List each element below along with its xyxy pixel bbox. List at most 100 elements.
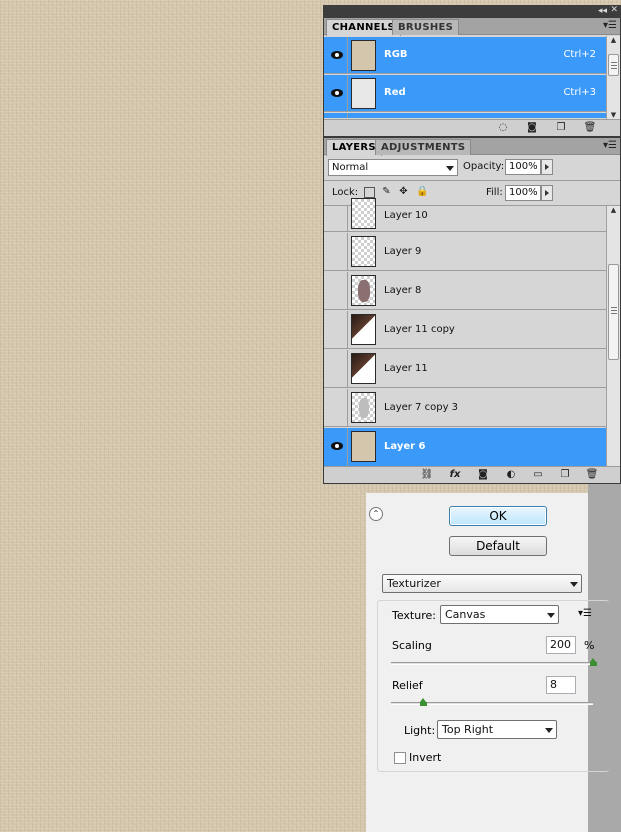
relief-label: Relief — [392, 679, 423, 692]
scroll-up-icon[interactable]: ▲ — [607, 206, 620, 214]
load-selection-icon[interactable]: ◌ — [496, 122, 510, 134]
light-select-value: Top Right — [442, 723, 494, 736]
scaling-slider[interactable] — [391, 662, 593, 665]
fill-input[interactable]: 100% — [505, 185, 541, 201]
tab-adjustments[interactable]: ADJUSTMENTS — [375, 139, 472, 155]
channel-name: RGB — [384, 49, 408, 60]
layer-name[interactable]: Layer 11 — [384, 363, 428, 374]
eye-icon[interactable] — [331, 51, 343, 59]
scaling-input[interactable]: 200 — [546, 636, 576, 654]
visibility-toggle[interactable] — [324, 389, 348, 426]
panel-menu-icon[interactable]: ▾☰ — [603, 140, 617, 152]
eye-cell[interactable] — [324, 37, 348, 73]
light-select[interactable]: Top Right — [437, 720, 557, 739]
layer-row[interactable]: Layer 10 — [324, 198, 606, 232]
invert-label: Invert — [409, 751, 442, 764]
tab-channels[interactable]: CHANNELS — [326, 19, 401, 36]
channel-row-partial[interactable] — [324, 113, 606, 118]
panel-menu-icon[interactable]: ▾☰ — [603, 20, 617, 32]
visibility-toggle[interactable] — [324, 272, 348, 309]
channels-scrollbar[interactable]: ▲ ▼ — [606, 36, 620, 119]
relief-input[interactable]: 8 — [546, 676, 576, 694]
scroll-up-icon[interactable]: ▲ — [607, 36, 620, 44]
trash-icon[interactable]: 🗑 — [585, 469, 599, 481]
channel-row-rgb[interactable]: RGB Ctrl+2 — [324, 37, 606, 74]
scroll-down-icon[interactable]: ▼ — [607, 111, 620, 119]
scroll-thumb[interactable] — [608, 54, 619, 76]
link-layers-icon[interactable]: ⛓ — [420, 469, 434, 481]
layers-tabbar: LAYERS ADJUSTMENTS ▾☰ — [324, 138, 620, 156]
channels-tabbar: CHANNELS BRUSHES ▾☰ — [324, 18, 620, 36]
layers-scrollbar[interactable]: ▲ — [606, 206, 620, 466]
relief-slider-thumb[interactable] — [419, 698, 427, 706]
lock-position-icon[interactable]: ✥ — [398, 186, 409, 197]
layer-row[interactable]: Layer 11 — [324, 350, 606, 388]
texture-menu-icon[interactable]: ▾☰ — [578, 608, 592, 619]
visibility-toggle[interactable] — [324, 233, 348, 270]
filter-select[interactable]: Texturizer — [382, 574, 582, 593]
new-channel-icon[interactable]: ❐ — [554, 122, 568, 134]
eye-cell[interactable] — [324, 113, 348, 118]
new-group-icon[interactable]: ▭ — [531, 469, 545, 481]
layer-name[interactable]: Layer 11 copy — [384, 324, 455, 335]
layer-name[interactable]: Layer 9 — [384, 246, 421, 257]
blend-mode-select[interactable]: Normal — [328, 159, 458, 176]
tab-brushes[interactable]: BRUSHES — [392, 19, 460, 35]
visibility-toggle[interactable] — [324, 311, 348, 348]
layer-name[interactable]: Layer 7 copy 3 — [384, 402, 458, 413]
layer-row[interactable]: Layer 7 copy 3 — [324, 389, 606, 427]
chevron-down-icon — [446, 166, 454, 171]
chevron-down-icon — [545, 728, 553, 733]
tab-layers[interactable]: LAYERS — [326, 139, 382, 156]
layer-row[interactable]: Layer 11 copy — [324, 311, 606, 349]
collapse-panels-icon[interactable]: ◂◂ — [598, 6, 607, 16]
default-button[interactable]: Default — [449, 536, 547, 556]
opacity-label: Opacity: — [463, 161, 505, 172]
layer-thumbnail — [351, 431, 376, 462]
layer-row[interactable]: Layer 8 — [324, 272, 606, 310]
layer-thumbnail — [351, 392, 376, 423]
lock-pixels-icon[interactable]: ✎ — [381, 186, 392, 197]
layer-row[interactable]: Layer 9 — [324, 233, 606, 271]
channel-thumbnail — [351, 78, 376, 109]
new-layer-icon[interactable]: ❐ — [558, 469, 572, 481]
layer-style-icon[interactable]: fx — [448, 469, 462, 481]
opacity-slider-button[interactable] — [541, 159, 553, 175]
eye-icon[interactable] — [331, 89, 343, 97]
texture-label: Texture: — [392, 609, 436, 622]
visibility-toggle[interactable] — [324, 428, 348, 466]
layer-name[interactable]: Layer 6 — [384, 441, 425, 452]
fill-slider-button[interactable] — [541, 185, 553, 201]
save-selection-icon[interactable]: ◙ — [525, 122, 539, 134]
eye-icon[interactable] — [331, 442, 343, 450]
collapse-preview-icon[interactable]: ⌃ — [369, 507, 383, 521]
visibility-toggle[interactable] — [324, 350, 348, 387]
layer-mask-icon[interactable]: ◙ — [476, 469, 490, 481]
layer-row-selected[interactable]: Layer 6 — [324, 428, 606, 466]
dock-titlebar: ◂◂ ✕ — [323, 5, 621, 18]
visibility-toggle[interactable] — [324, 206, 348, 231]
texture-select[interactable]: Canvas — [440, 605, 559, 624]
lock-transparency-icon[interactable] — [364, 187, 375, 198]
close-panels-icon[interactable]: ✕ — [610, 5, 618, 16]
trash-icon[interactable]: 🗑 — [583, 122, 597, 134]
scroll-thumb[interactable] — [608, 264, 619, 360]
ok-button[interactable]: OK — [449, 506, 547, 526]
adjustment-layer-icon[interactable]: ◐ — [504, 469, 518, 481]
channels-footer: ◌ ◙ ❐ 🗑 — [324, 119, 620, 136]
channel-shortcut: Ctrl+2 — [563, 49, 596, 60]
channel-thumbnail — [351, 40, 376, 71]
eye-cell[interactable] — [324, 75, 348, 111]
invert-checkbox[interactable] — [394, 752, 406, 764]
layer-name[interactable]: Layer 8 — [384, 285, 421, 296]
layer-thumbnail — [351, 275, 376, 306]
layer-name[interactable]: Layer 10 — [384, 210, 428, 221]
channel-row-red[interactable]: Red Ctrl+3 — [324, 75, 606, 112]
channel-name: Red — [384, 87, 406, 98]
panel-dock: ◂◂ ✕ CHANNELS BRUSHES ▾☰ RGB Ctrl+2 Red … — [323, 5, 621, 484]
opacity-input[interactable]: 100% — [505, 159, 541, 175]
scaling-slider-thumb[interactable] — [589, 658, 597, 666]
scaling-unit: % — [584, 639, 595, 652]
channel-shortcut: Ctrl+3 — [563, 87, 596, 98]
lock-all-icon[interactable]: 🔒 — [416, 186, 428, 197]
